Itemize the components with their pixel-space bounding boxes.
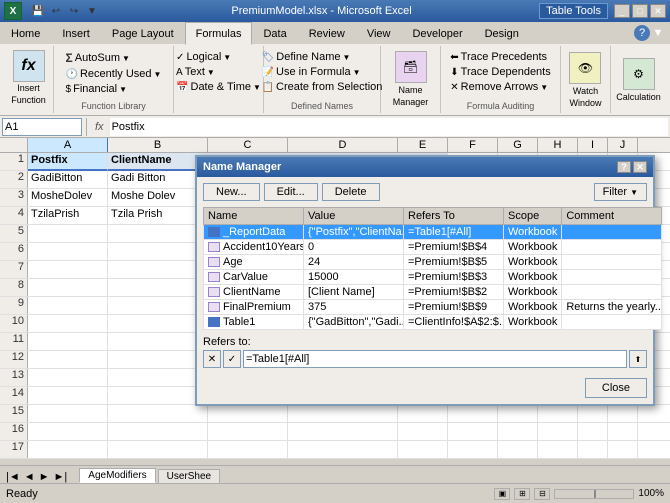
col-scope: Scope [504, 208, 562, 225]
dialog-close-button[interactable]: ✕ [633, 161, 647, 173]
col-value: Value [304, 208, 404, 225]
name-manager-dialog: Name Manager ? ✕ New... Edit... Delete F… [195, 155, 655, 406]
refers-to-label: Refers to: [203, 336, 647, 348]
dialog-body: New... Edit... Delete Filter ▼ Name Valu… [197, 177, 653, 374]
new-button[interactable]: New... [203, 183, 260, 201]
dialog-title-bar: Name Manager ? ✕ [197, 157, 653, 177]
dialog-footer: Close [197, 374, 653, 404]
name-row[interactable]: FinalPremium375=Premium!$B$9WorkbookRetu… [204, 300, 662, 315]
dialog-title-buttons: ? ✕ [617, 161, 647, 173]
delete-button[interactable]: Delete [322, 183, 380, 201]
close-dialog-button[interactable]: Close [585, 378, 647, 398]
dialog-overlay: Name Manager ? ✕ New... Edit... Delete F… [0, 0, 670, 503]
filter-arrow-icon: ▼ [630, 188, 638, 197]
refers-to-input[interactable] [243, 350, 627, 368]
refers-to-section: Refers to: ✕ ✓ ⬆ [203, 336, 647, 368]
edit-button[interactable]: Edit... [264, 183, 318, 201]
name-row[interactable]: Accident10Years0=Premium!$B$4Workbook [204, 240, 662, 255]
names-table: Name Value Refers To Scope Comment _Repo… [203, 207, 662, 330]
refers-to-confirm-icon[interactable]: ✓ [223, 350, 241, 368]
refers-to-row: ✕ ✓ ⬆ [203, 350, 647, 368]
col-name: Name [204, 208, 304, 225]
name-row[interactable]: CarValue15000=Premium!$B$3Workbook [204, 270, 662, 285]
filter-button[interactable]: Filter ▼ [594, 183, 647, 201]
col-refers-to: Refers To [404, 208, 504, 225]
dialog-title-text: Name Manager [203, 161, 281, 173]
dialog-help-button[interactable]: ? [617, 161, 631, 173]
name-row[interactable]: Table1{"GadBitton","Gadi...=ClientInfo!$… [204, 315, 662, 330]
refers-to-cancel-icon[interactable]: ✕ [203, 350, 221, 368]
refers-to-expand-icon[interactable]: ⬆ [629, 350, 647, 368]
name-row[interactable]: ClientName[Client Name]=Premium!$B$2Work… [204, 285, 662, 300]
col-comment: Comment [562, 208, 662, 225]
dialog-toolbar: New... Edit... Delete Filter ▼ [203, 183, 647, 201]
name-row[interactable]: Age24=Premium!$B$5Workbook [204, 255, 662, 270]
name-row[interactable]: _ReportData{"Postfix","ClientNa...=Table… [204, 225, 662, 240]
